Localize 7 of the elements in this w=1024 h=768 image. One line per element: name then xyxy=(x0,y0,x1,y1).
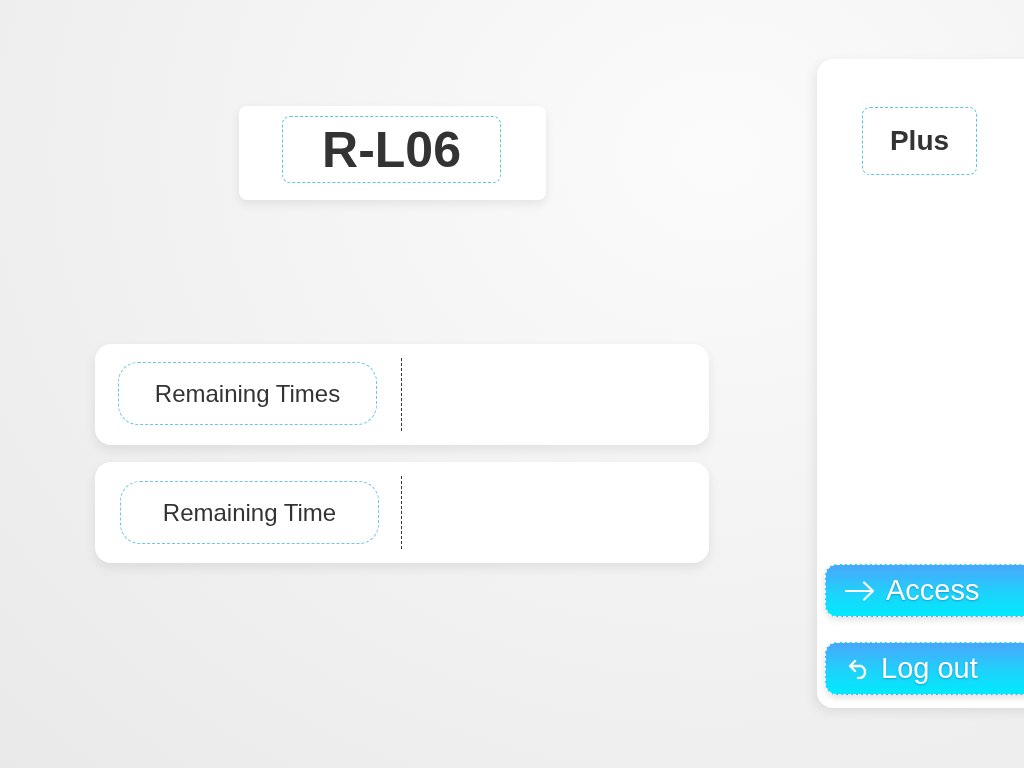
row-label: Remaining Time xyxy=(120,481,379,544)
row-label: Remaining Times xyxy=(118,362,377,425)
panel-button[interactable]: Access xyxy=(825,564,1024,617)
panel-button[interactable]: Log out xyxy=(825,642,1024,695)
device-code-label: R-L06 xyxy=(282,116,501,183)
plan-label: Plus xyxy=(862,107,977,175)
arrow-right-icon xyxy=(845,580,875,601)
